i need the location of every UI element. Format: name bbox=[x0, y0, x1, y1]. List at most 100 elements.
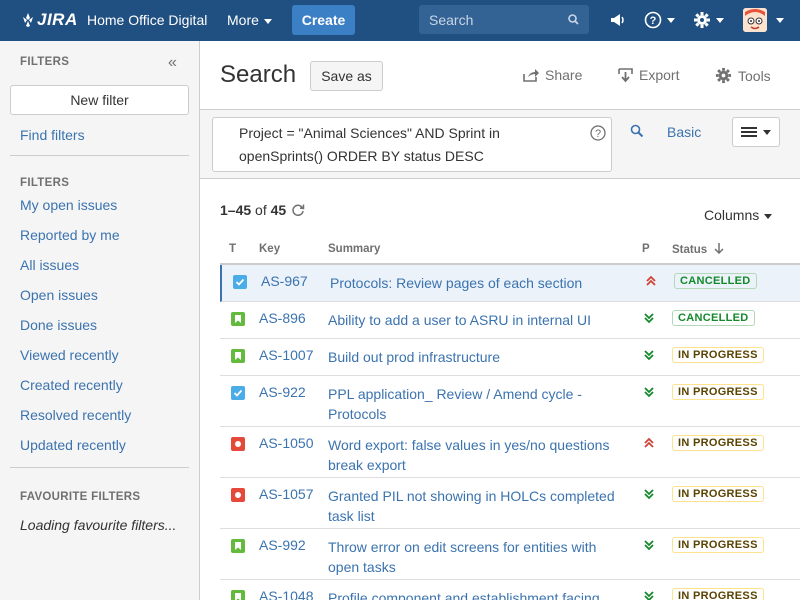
sidebar-item-resolved-recently[interactable]: Resolved recently bbox=[20, 407, 131, 423]
priority-high-icon bbox=[643, 436, 655, 452]
gear-icon bbox=[715, 67, 732, 84]
table-row[interactable]: AS-922 PPL application_ Review / Amend cy… bbox=[220, 376, 800, 427]
table-row[interactable]: AS-1048 Profile component and establishme… bbox=[220, 580, 800, 600]
jql-query-input[interactable]: Project = "Animal Sciences" AND Sprint i… bbox=[212, 117, 612, 172]
save-as-button[interactable]: Save as bbox=[310, 61, 383, 91]
table-row[interactable]: AS-896 Ability to add a user to ASRU in i… bbox=[220, 302, 800, 339]
jira-logo-icon bbox=[23, 13, 33, 27]
filters-sidebar: FILTERS « New filter Find filters FILTER… bbox=[0, 41, 200, 600]
col-header-status[interactable]: Status bbox=[672, 243, 724, 256]
issue-type-story-icon bbox=[231, 539, 245, 553]
status-badge: IN PROGRESS bbox=[672, 588, 764, 600]
sidebar-item-created-recently[interactable]: Created recently bbox=[20, 377, 123, 393]
sidebar-item-viewed-recently[interactable]: Viewed recently bbox=[20, 347, 119, 363]
issue-key-link[interactable]: AS-1050 bbox=[259, 435, 313, 451]
jql-help-icon[interactable]: ? bbox=[590, 125, 606, 141]
list-view-icon bbox=[741, 127, 757, 137]
status-badge: IN PROGRESS bbox=[672, 435, 764, 451]
status-badge: IN PROGRESS bbox=[672, 384, 764, 400]
issue-summary-link[interactable]: Profile component and establishment faci… bbox=[328, 588, 623, 600]
columns-dropdown[interactable]: Columns bbox=[704, 207, 773, 223]
header-search-input[interactable] bbox=[419, 5, 569, 34]
share-icon bbox=[523, 69, 539, 82]
priority-low-icon bbox=[643, 311, 655, 327]
search-icon[interactable] bbox=[630, 124, 644, 138]
priority-high-icon bbox=[645, 274, 657, 290]
results-total: 45 bbox=[270, 202, 287, 218]
issue-summary-link[interactable]: Word export: false values in yes/no ques… bbox=[328, 435, 623, 475]
table-row[interactable]: AS-1057 Granted PIL not showing in HOLCs … bbox=[220, 478, 800, 529]
collapse-sidebar-icon[interactable]: « bbox=[168, 54, 177, 72]
issue-summary-link[interactable]: PPL application_ Review / Amend cycle - … bbox=[328, 384, 623, 424]
find-filters-link[interactable]: Find filters bbox=[20, 127, 85, 143]
issue-type-task-icon bbox=[233, 275, 247, 289]
table-row[interactable]: AS-1050 Word export: false values in yes/… bbox=[220, 427, 800, 478]
priority-low-icon bbox=[643, 538, 655, 554]
table-row[interactable]: AS-967 Protocols: Review pages of each se… bbox=[220, 265, 800, 302]
table-row[interactable]: AS-1007 Build out prod infrastructure IN P… bbox=[220, 339, 800, 376]
jira-logo[interactable]: JIRA bbox=[21, 10, 78, 30]
issue-summary-link[interactable]: Build out prod infrastructure bbox=[328, 347, 623, 367]
col-header-key[interactable]: Key bbox=[259, 243, 280, 255]
col-header-priority[interactable]: P bbox=[642, 243, 650, 255]
issue-key-link[interactable]: AS-1007 bbox=[259, 347, 313, 363]
settings-menu[interactable] bbox=[693, 11, 724, 29]
more-menu[interactable]: More bbox=[227, 12, 272, 28]
issue-summary-link[interactable]: Protocols: Review pages of each section bbox=[330, 273, 625, 293]
status-badge: IN PROGRESS bbox=[672, 486, 764, 502]
issue-type-story-icon bbox=[231, 590, 245, 600]
new-filter-button[interactable]: New filter bbox=[10, 85, 189, 115]
status-badge: CANCELLED bbox=[674, 273, 757, 289]
issue-type-story-icon bbox=[231, 349, 245, 363]
issue-key-link[interactable]: AS-922 bbox=[259, 384, 306, 400]
table-row[interactable]: AS-992 Throw error on edit screens for en… bbox=[220, 529, 800, 580]
issue-summary-link[interactable]: Granted PIL not showing in HOLCs complet… bbox=[328, 486, 623, 526]
help-menu[interactable]: ? bbox=[644, 11, 675, 29]
chevron-down-icon bbox=[763, 129, 771, 135]
chevron-down-icon bbox=[667, 17, 675, 23]
share-label: Share bbox=[545, 67, 583, 83]
issue-type-story-icon bbox=[231, 312, 245, 326]
chevron-down-icon[interactable] bbox=[776, 18, 784, 23]
chevron-down-icon bbox=[263, 18, 272, 24]
user-avatar[interactable] bbox=[743, 8, 767, 32]
results-count: 1–45 of 45 bbox=[220, 202, 286, 218]
issue-key-link[interactable]: AS-1048 bbox=[259, 588, 313, 600]
status-badge: IN PROGRESS bbox=[672, 347, 764, 363]
issue-type-bug-icon bbox=[231, 437, 245, 451]
tools-button[interactable]: Tools bbox=[715, 67, 771, 84]
issue-key-link[interactable]: AS-967 bbox=[261, 273, 308, 289]
issue-key-link[interactable]: AS-896 bbox=[259, 310, 306, 326]
issue-summary-link[interactable]: Ability to add a user to ASRU in interna… bbox=[328, 310, 623, 330]
sidebar-item-all-issues[interactable]: All issues bbox=[20, 257, 79, 273]
favourite-filters-heading: FAVOURITE FILTERS bbox=[20, 491, 141, 503]
sidebar-item-my-open-issues[interactable]: My open issues bbox=[20, 197, 117, 213]
header-search[interactable] bbox=[419, 5, 589, 34]
status-badge: IN PROGRESS bbox=[672, 537, 764, 553]
sidebar-item-reported-by-me[interactable]: Reported by me bbox=[20, 227, 120, 243]
results-of: of bbox=[255, 202, 267, 218]
issue-summary-link[interactable]: Throw error on edit screens for entities… bbox=[328, 537, 623, 577]
col-header-type[interactable]: T bbox=[229, 243, 236, 255]
export-button[interactable]: Export bbox=[618, 67, 679, 83]
issue-key-link[interactable]: AS-1057 bbox=[259, 486, 313, 502]
sidebar-item-open-issues[interactable]: Open issues bbox=[20, 287, 98, 303]
col-header-summary[interactable]: Summary bbox=[328, 243, 380, 255]
sidebar-item-updated-recently[interactable]: Updated recently bbox=[20, 437, 126, 453]
basic-search-link[interactable]: Basic bbox=[667, 124, 701, 140]
favourite-filters-loading: Loading favourite filters... bbox=[20, 517, 177, 533]
export-icon bbox=[618, 67, 633, 82]
page-title: Search bbox=[220, 61, 297, 88]
app-name-link[interactable]: Home Office Digital bbox=[87, 12, 207, 28]
refresh-icon[interactable] bbox=[291, 203, 305, 217]
issue-key-link[interactable]: AS-992 bbox=[259, 537, 306, 553]
create-button[interactable]: Create bbox=[292, 5, 355, 35]
priority-low-icon bbox=[643, 348, 655, 364]
help-icon: ? bbox=[644, 11, 662, 29]
priority-low-icon bbox=[643, 385, 655, 401]
svg-text:?: ? bbox=[650, 15, 657, 27]
share-button[interactable]: Share bbox=[523, 67, 582, 83]
megaphone-icon[interactable] bbox=[609, 12, 626, 28]
layout-switcher-button[interactable] bbox=[732, 117, 780, 147]
sidebar-item-done-issues[interactable]: Done issues bbox=[20, 317, 97, 333]
